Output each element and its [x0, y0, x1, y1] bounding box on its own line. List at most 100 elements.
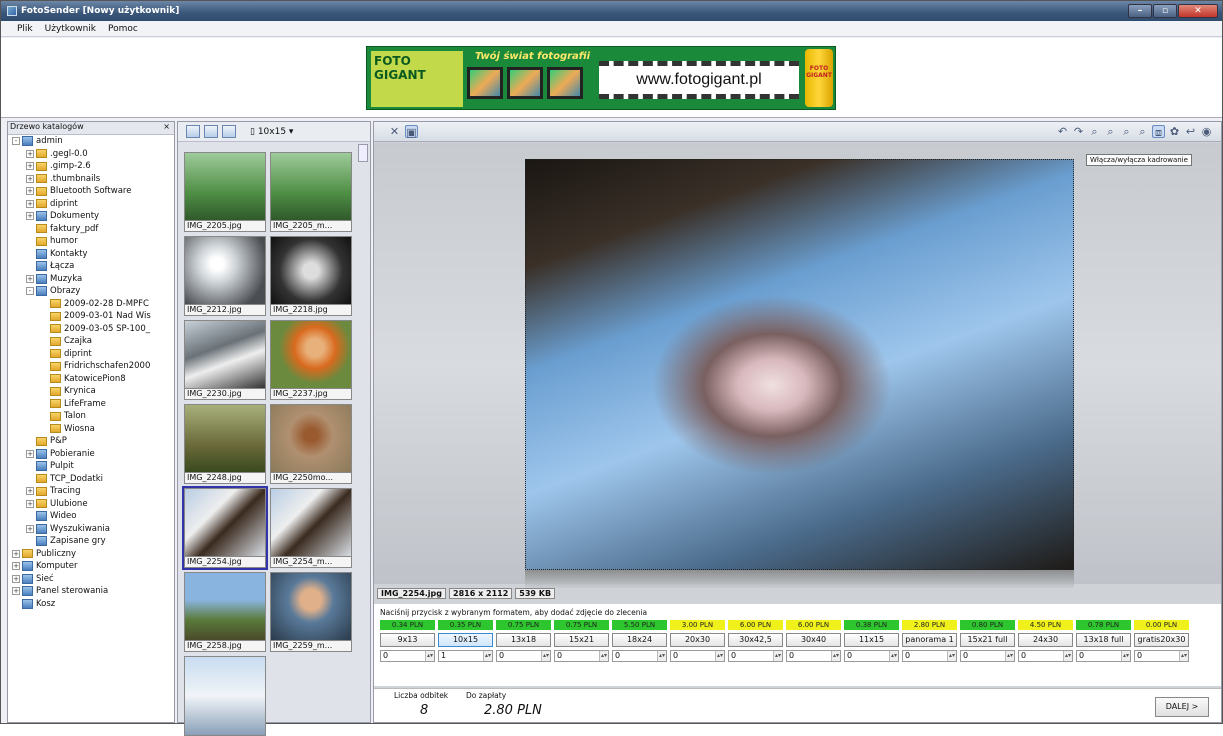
spin-arrows-icon[interactable]: ▴▾	[483, 651, 492, 661]
view-mode-icon[interactable]	[186, 125, 200, 138]
spin-arrows-icon[interactable]: ▴▾	[773, 651, 782, 661]
thumbnail[interactable]: IMG_2259_m...	[270, 572, 352, 652]
zoom-out-icon[interactable]: ⌕	[1120, 125, 1133, 138]
tree-node[interactable]: + .gimp-2.6	[8, 160, 174, 173]
zoom-actual-icon[interactable]: ⌕	[1136, 125, 1149, 138]
menu-plik[interactable]: Plik	[17, 24, 33, 34]
quantity-stepper[interactable]: 1 ▴▾	[438, 650, 493, 662]
format-button[interactable]: 20x30	[670, 633, 725, 647]
tree-node[interactable]: Pulpit	[8, 460, 174, 473]
spin-arrows-icon[interactable]: ▴▾	[947, 651, 956, 661]
format-button[interactable]: panorama 1	[902, 633, 957, 647]
expand-icon[interactable]: +	[26, 162, 34, 171]
quantity-stepper[interactable]: 0 ▴▾	[786, 650, 841, 662]
spin-arrows-icon[interactable]: ▴▾	[657, 651, 666, 661]
tree-node[interactable]: 2009-03-01 Nad Wis	[8, 310, 174, 323]
spin-arrows-icon[interactable]: ▴▾	[1005, 651, 1014, 661]
tree-node[interactable]: + Muzyka	[8, 273, 174, 286]
zoom-in-icon[interactable]: ⌕	[1104, 125, 1117, 138]
tree-node[interactable]: + Sieć	[8, 573, 174, 586]
format-button[interactable]: 30x42,5	[728, 633, 783, 647]
format-button[interactable]: 13x18 full	[1076, 633, 1131, 647]
tree-node[interactable]: Wideo	[8, 510, 174, 523]
format-button[interactable]: 18x24	[612, 633, 667, 647]
spin-arrows-icon[interactable]: ▴▾	[889, 651, 898, 661]
expand-icon[interactable]: +	[26, 187, 34, 196]
tree-node[interactable]: humor	[8, 235, 174, 248]
tree-node[interactable]: Kontakty	[8, 248, 174, 261]
expand-icon[interactable]: +	[12, 574, 20, 583]
undo-icon[interactable]: ↩	[1184, 125, 1197, 138]
expand-icon[interactable]: +	[12, 549, 20, 558]
quantity-stepper[interactable]: 0 ▴▾	[1018, 650, 1073, 662]
collapse-icon[interactable]: -	[12, 137, 20, 146]
spin-arrows-icon[interactable]: ▴▾	[1179, 651, 1188, 661]
close-button[interactable]: ✕	[1178, 4, 1218, 18]
tree-node[interactable]: + .gegl-0.0	[8, 148, 174, 161]
expand-icon[interactable]: +	[26, 449, 34, 458]
tree-node[interactable]: TCP_Dodatki	[8, 473, 174, 486]
quantity-stepper[interactable]: 0 ▴▾	[554, 650, 609, 662]
tree-node[interactable]: + Bluetooth Software	[8, 185, 174, 198]
format-button[interactable]: 11x15	[844, 633, 899, 647]
thumbnail[interactable]	[184, 656, 266, 736]
spin-arrows-icon[interactable]: ▴▾	[599, 651, 608, 661]
quantity-stepper[interactable]: 0 ▴▾	[1134, 650, 1189, 662]
crop-frame[interactable]	[525, 159, 1074, 570]
format-button[interactable]: 30x40	[786, 633, 841, 647]
tree-node[interactable]: + Dokumenty	[8, 210, 174, 223]
thumbnail[interactable]: IMG_2218.jpg	[270, 236, 352, 316]
spin-arrows-icon[interactable]: ▴▾	[1063, 651, 1072, 661]
thumbnail[interactable]: IMG_2258.jpg	[184, 572, 266, 652]
tree-node[interactable]: Kosz	[8, 598, 174, 611]
expand-icon[interactable]: +	[26, 174, 34, 183]
preview-eye-icon[interactable]: ◉	[1200, 125, 1213, 138]
tree-node[interactable]: Talon	[8, 410, 174, 423]
quantity-stepper[interactable]: 0 ▴▾	[1076, 650, 1131, 662]
next-button[interactable]: DALEJ >	[1155, 697, 1209, 717]
tree-node[interactable]: + diprint	[8, 198, 174, 211]
thumbnail[interactable]: IMG_2250mo...	[270, 404, 352, 484]
quantity-stepper[interactable]: 0 ▴▾	[496, 650, 551, 662]
tree-node[interactable]: + Ulubione	[8, 498, 174, 511]
tree-node[interactable]: + Komputer	[8, 560, 174, 573]
fit-icon[interactable]: ▣	[405, 125, 418, 139]
tree-node[interactable]: + Tracing	[8, 485, 174, 498]
quantity-stepper[interactable]: 0 ▴▾	[960, 650, 1015, 662]
format-button[interactable]: 9x13	[380, 633, 435, 647]
tree-node[interactable]: + .thumbnails	[8, 173, 174, 186]
quantity-stepper[interactable]: 0 ▴▾	[380, 650, 435, 662]
quantity-stepper[interactable]: 0 ▴▾	[670, 650, 725, 662]
thumbnail[interactable]: IMG_2205.jpg	[184, 152, 266, 232]
effects-icon[interactable]: ✿	[1168, 125, 1181, 138]
tree-node[interactable]: diprint	[8, 348, 174, 361]
rotate-right-icon[interactable]: ↷	[1072, 125, 1085, 138]
tree-node[interactable]: LifeFrame	[8, 398, 174, 411]
maximize-button[interactable]: ▫	[1153, 4, 1177, 18]
spin-arrows-icon[interactable]: ▴▾	[715, 651, 724, 661]
thumbnail[interactable]: IMG_2212.jpg	[184, 236, 266, 316]
refresh-icon[interactable]	[222, 125, 236, 138]
close-panel-icon[interactable]: ×	[163, 122, 170, 131]
tools-icon[interactable]: ✕	[388, 125, 401, 138]
collapse-icon[interactable]: -	[26, 287, 34, 296]
crop-toggle-icon[interactable]: ⧈	[1152, 125, 1165, 139]
tree-node[interactable]: Krynica	[8, 385, 174, 398]
format-button[interactable]: 15x21	[554, 633, 609, 647]
tree-node[interactable]: faktury_pdf	[8, 223, 174, 236]
expand-icon[interactable]: +	[26, 212, 34, 221]
thumbnail[interactable]: IMG_2237.jpg	[270, 320, 352, 400]
tree-node[interactable]: Łącza	[8, 260, 174, 273]
tree-node[interactable]: Wiosna	[8, 423, 174, 436]
thumbnail[interactable]: IMG_2205_m...	[270, 152, 352, 232]
expand-icon[interactable]: +	[26, 499, 34, 508]
select-all-icon[interactable]	[204, 125, 218, 138]
quantity-stepper[interactable]: 0 ▴▾	[902, 650, 957, 662]
zoom-fit-icon[interactable]: ⌕	[1088, 125, 1101, 138]
minimize-button[interactable]: –	[1128, 4, 1152, 18]
tree-node[interactable]: 2009-02-28 D-MPFC	[8, 298, 174, 311]
spin-arrows-icon[interactable]: ▴▾	[425, 651, 434, 661]
quantity-stepper[interactable]: 0 ▴▾	[612, 650, 667, 662]
thumbnail[interactable]: IMG_2230.jpg	[184, 320, 266, 400]
spin-arrows-icon[interactable]: ▴▾	[1121, 651, 1130, 661]
